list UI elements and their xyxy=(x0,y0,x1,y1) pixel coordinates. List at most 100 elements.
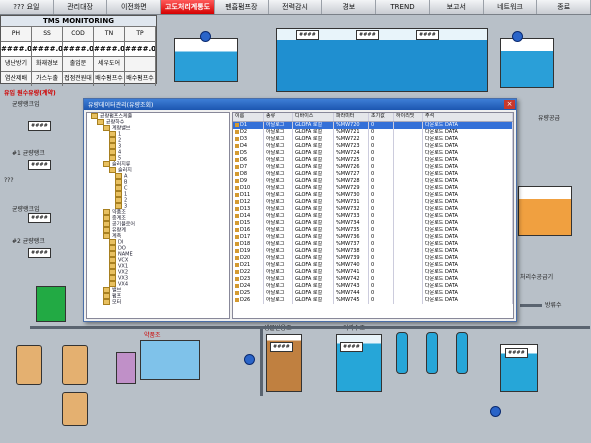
status-gas-leak[interactable]: 가스누출 xyxy=(32,72,63,86)
chem-tank-3[interactable] xyxy=(62,392,88,426)
table-cell: 다운로드 DATA xyxy=(423,192,513,199)
secondary-clarifier[interactable] xyxy=(500,38,554,88)
column-header[interactable]: 종류 xyxy=(264,113,293,121)
right-tank[interactable] xyxy=(518,186,572,236)
dialog-titlebar[interactable]: 유량데이터관리(유량조회) × xyxy=(84,99,516,110)
column-header[interactable]: 디바이스 xyxy=(293,113,334,121)
nav-tab-10[interactable]: 종료 xyxy=(537,0,591,14)
table-row[interactable]: D2 아날로그 GLOFA 로컬 %MW721 0 다운로드 DATA xyxy=(233,129,513,136)
column-3[interactable] xyxy=(456,332,468,374)
table-row[interactable]: D4 아날로그 GLOFA 로컬 %MW723 0 다운로드 DATA xyxy=(233,143,513,150)
tag-icon xyxy=(235,185,239,190)
chem-tank-2[interactable] xyxy=(62,345,88,385)
table-cell: %MW740 xyxy=(334,262,369,269)
tms-header-row: PH SS COD TN TP xyxy=(1,27,156,42)
table-row[interactable]: D8 아날로그 GLOFA 로컬 %MW727 0 다운로드 DATA xyxy=(233,171,513,178)
table-cell: D18 xyxy=(233,241,264,248)
table-cell: 아날로그 xyxy=(264,227,293,234)
pump-top-1[interactable] xyxy=(200,31,211,42)
table-row[interactable]: D18 아날로그 GLOFA 로컬 %MW737 0 다운로드 DATA xyxy=(233,241,513,248)
table-row[interactable]: D9 아날로그 GLOFA 로컬 %MW728 0 다운로드 DATA xyxy=(233,178,513,185)
column-1[interactable] xyxy=(396,332,408,374)
table-row[interactable]: D5 아날로그 GLOFA 로컬 %MW724 0 다운로드 DATA xyxy=(233,150,513,157)
status-power[interactable]: 접점전원대 xyxy=(63,72,94,86)
table-cell xyxy=(394,136,423,143)
status-fire-alarm[interactable]: 화재경보 xyxy=(32,57,63,71)
status-drain-pump-b[interactable]: 배수펌프수 xyxy=(125,72,156,86)
status-cooling[interactable]: 냉난방기 xyxy=(1,57,32,71)
column-header[interactable]: 파라미터 xyxy=(334,113,369,121)
table-row[interactable]: D20 아날로그 GLOFA 로컬 %MW739 0 다운로드 DATA xyxy=(233,255,513,262)
table-row[interactable]: D12 아날로그 GLOFA 로컬 %MW731 0 다운로드 DATA xyxy=(233,199,513,206)
tag-list[interactable]: 이름 종류 디바이스 파라미터 초기값 하이리밋 주석 D1 아날로그 GLOFA 로컬 %MW7… xyxy=(232,112,514,319)
table-row[interactable]: D22 아날로그 GLOFA 로컬 %MW741 0 다운로드 DATA xyxy=(233,269,513,276)
table-cell: 0 xyxy=(369,164,394,171)
table-row[interactable]: D6 아날로그 GLOFA 로컬 %MW725 0 다운로드 DATA xyxy=(233,157,513,164)
tms-header-ph: PH xyxy=(1,27,32,41)
nav-tab-2[interactable]: 이전화면 xyxy=(107,0,162,14)
table-cell xyxy=(394,241,423,248)
tms-header-ss: SS xyxy=(32,27,63,41)
pump-bottom-2[interactable] xyxy=(490,406,501,417)
table-cell: D1 xyxy=(233,122,264,129)
pump-top-2[interactable] xyxy=(512,31,523,42)
nav-tab-9[interactable]: 네트워크 xyxy=(483,0,538,14)
column-header[interactable]: 초기값 xyxy=(369,113,394,121)
status-acid[interactable]: 염산제배 xyxy=(1,72,32,86)
table-row[interactable]: D7 아날로그 GLOFA 로컬 %MW726 0 다운로드 DATA xyxy=(233,164,513,171)
tag-icon xyxy=(235,136,239,141)
table-row[interactable]: D26 아날로그 GLOFA 로컬 %MW745 0 다운로드 DATA xyxy=(233,297,513,304)
table-row[interactable]: D25 아날로그 GLOFA 로컬 %MW744 0 다운로드 DATA xyxy=(233,290,513,297)
nav-tab-8[interactable]: 보고서 xyxy=(429,0,484,14)
table-row[interactable]: D11 아날로그 GLOFA 로컬 %MW730 0 다운로드 DATA xyxy=(233,192,513,199)
green-filter[interactable] xyxy=(36,286,66,322)
table-row[interactable]: D16 아날로그 GLOFA 로컬 %MW735 0 다운로드 DATA xyxy=(233,227,513,234)
table-cell: 다운로드 DATA xyxy=(423,290,513,297)
tag-name: D9 xyxy=(240,178,248,184)
tag-tree[interactable]: 균량펌프스케줄 균량하수 계량밸브 1 2 3 4 5 슬러지류 슬러지 A B C 1 2 3 약품조 중계조 공… xyxy=(86,112,230,319)
table-row[interactable]: D24 아날로그 GLOFA 로컬 %MW743 0 다운로드 DATA xyxy=(233,283,513,290)
status-door[interactable]: 출입문 xyxy=(63,57,94,71)
primary-clarifier[interactable] xyxy=(174,38,238,82)
table-cell xyxy=(394,248,423,255)
table-row[interactable]: D15 아날로그 GLOFA 로컬 %MW734 0 다운로드 DATA xyxy=(233,220,513,227)
column-header[interactable]: 이름 xyxy=(233,113,264,121)
fluidized-bed-tank[interactable] xyxy=(140,340,200,380)
table-row[interactable]: D23 아날로그 GLOFA 로컬 %MW742 0 다운로드 DATA xyxy=(233,276,513,283)
flow-data-dialog: 유량데이터관리(유량조회) × 균량펌프스케줄 균량하수 계량밸브 1 2 3 4 5 슬러지류… xyxy=(83,98,517,322)
table-row[interactable]: D14 아날로그 GLOFA 로컬 %MW733 0 다운로드 DATA xyxy=(233,213,513,220)
label-equalization-in-2: 균량랭크입 xyxy=(12,206,40,213)
table-cell: 다운로드 DATA xyxy=(423,122,513,129)
nav-tab-4[interactable]: 펜흡펌프장 xyxy=(214,0,269,14)
pump-bottom-1[interactable] xyxy=(244,354,255,365)
nav-tab-6[interactable]: 경보 xyxy=(322,0,377,14)
gauge-5: #### xyxy=(296,30,319,40)
table-cell: D21 xyxy=(233,262,264,269)
nav-tab-7[interactable]: TREND xyxy=(376,0,430,14)
table-row[interactable]: D10 아날로그 GLOFA 로컬 %MW729 0 다운로드 DATA xyxy=(233,185,513,192)
table-row[interactable]: D13 아날로그 GLOFA 로컬 %MW732 0 다운로드 DATA xyxy=(233,206,513,213)
status-wash-door[interactable]: 세우도어 xyxy=(94,57,125,71)
close-icon[interactable]: × xyxy=(504,100,515,109)
mixing-tank[interactable] xyxy=(116,352,136,384)
nav-tab-5[interactable]: 전력감시 xyxy=(268,0,323,14)
table-row[interactable]: D1 아날로그 GLOFA 로컬 %MW720 0 다운로드 DATA xyxy=(233,122,513,129)
table-cell xyxy=(394,269,423,276)
table-row[interactable]: D17 아날로그 GLOFA 로컬 %MW736 0 다운로드 DATA xyxy=(233,234,513,241)
table-row[interactable]: D3 아날로그 GLOFA 로컬 %MW722 0 다운로드 DATA xyxy=(233,136,513,143)
table-row[interactable]: D19 아날로그 GLOFA 로컬 %MW738 0 다운로드 DATA xyxy=(233,248,513,255)
column-header[interactable]: 하이리밋 xyxy=(394,113,423,121)
table-cell: GLOFA 로컬 xyxy=(293,262,334,269)
table-cell: 아날로그 xyxy=(264,297,293,304)
column-2[interactable] xyxy=(426,332,438,374)
table-row[interactable]: D21 아날로그 GLOFA 로컬 %MW740 0 다운로드 DATA xyxy=(233,262,513,269)
tree-node[interactable]: 모터 xyxy=(87,299,229,306)
nav-tab-3[interactable]: 고도처리계통도 xyxy=(161,0,215,14)
nav-tab-1[interactable]: 관리대장 xyxy=(53,0,108,14)
chem-tank-1[interactable] xyxy=(16,345,42,385)
column-header[interactable]: 주석 xyxy=(423,113,513,121)
nav-tab-0[interactable]: ??? 요일 xyxy=(0,0,54,14)
table-cell: D5 xyxy=(233,150,264,157)
status-drain-pump-a[interactable]: 배수펌프수 xyxy=(94,72,125,86)
table-cell: D7 xyxy=(233,164,264,171)
